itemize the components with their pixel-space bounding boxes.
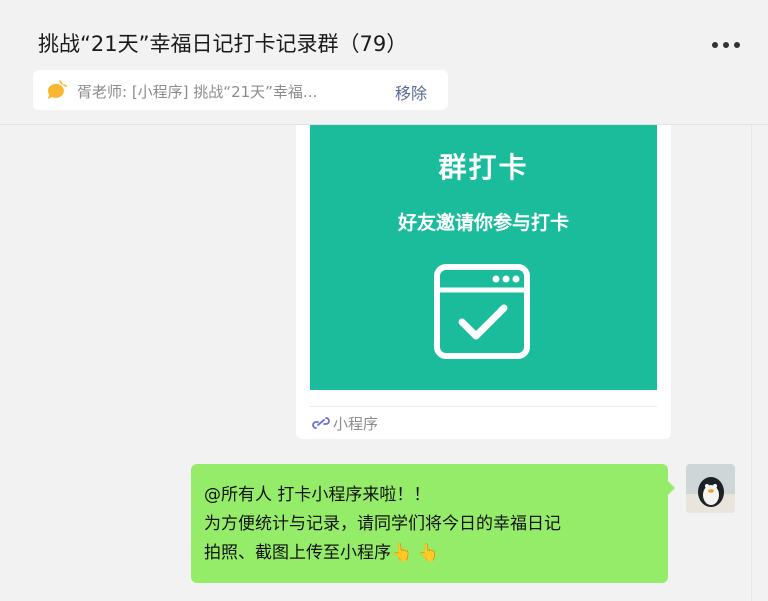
pointing-up-emoji: 👆 👆	[391, 543, 439, 563]
mini-program-link-icon	[312, 417, 330, 429]
message-line: 为方便统计与记录，请同学们将今日的幸福日记	[204, 514, 561, 534]
chat-header: 挑战“21天”幸福日记打卡记录群（79） 胥老师: [小程序] 挑战“21天”幸…	[0, 0, 768, 125]
message-bubble[interactable]: @所有人 打卡小程序来啦！！ 为方便统计与记录，请同学们将今日的幸福日记 拍照、…	[191, 464, 675, 583]
more-dot-icon	[734, 42, 740, 48]
chat-title[interactable]: 挑战“21天”幸福日记打卡记录群（79）	[38, 28, 407, 58]
card-subtitle: 好友邀请你参与打卡	[397, 212, 569, 234]
scrollbar-track[interactable]	[751, 124, 768, 601]
message-line: 拍照、截图上传至小程序👆 👆	[204, 539, 658, 568]
chat-bubble-icon	[47, 80, 67, 99]
mini-program-card[interactable]: 群打卡 好友邀请你参与打卡 小程序	[296, 124, 671, 439]
avatar[interactable]	[686, 464, 735, 513]
mini-program-footer: 小程序	[312, 413, 378, 433]
penguin-avatar-icon	[686, 464, 735, 513]
message-line-text: 拍照、截图上传至小程序	[204, 543, 391, 563]
mini-program-cover: 群打卡 好友邀请你参与打卡	[310, 124, 657, 390]
card-title: 群打卡	[438, 151, 529, 184]
pinned-message-bar[interactable]: 胥老师: [小程序] 挑战“21天”幸福... 移除	[33, 70, 448, 110]
message-line: @所有人 打卡小程序来啦！！	[204, 485, 431, 505]
checkbox-window-icon	[434, 264, 530, 359]
more-dot-icon	[712, 42, 718, 48]
remove-pinned-button[interactable]: 移除	[395, 80, 427, 104]
card-divider	[310, 406, 657, 407]
mini-program-label: 小程序	[333, 414, 379, 433]
pinned-message-text: 胥老师: [小程序] 挑战“21天”幸福...	[77, 83, 318, 101]
more-dot-icon	[723, 42, 729, 48]
more-options-button[interactable]	[712, 40, 740, 50]
